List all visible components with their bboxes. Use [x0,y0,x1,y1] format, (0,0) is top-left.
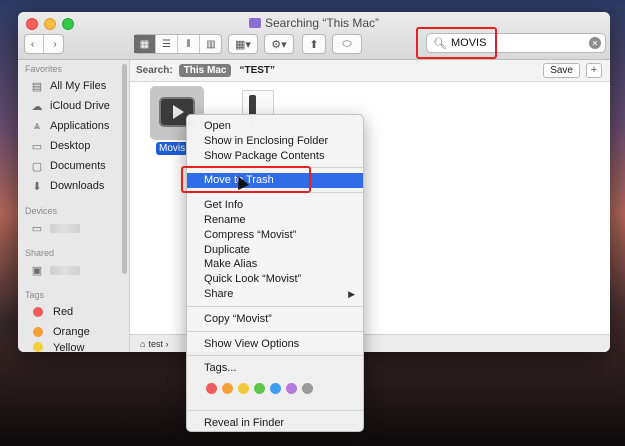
cover-flow-button[interactable]: ▥ [200,35,222,53]
sidebar-item-label: All My Files [50,80,107,92]
list-view-button[interactable]: ☰ [156,35,178,53]
sidebar-item-downloads[interactable]: ⬇ Downloads [18,176,129,196]
tag-red-dot[interactable] [206,382,217,394]
menu-tag-colors [187,380,363,396]
share-button[interactable]: ⬆ [302,34,326,54]
sidebar-item-label: iCloud Drive [50,100,110,112]
sidebar-item-shared[interactable]: ▣ [18,260,129,280]
downloads-icon: ⬇ [32,180,42,193]
sidebar-scrollbar[interactable] [122,64,127,274]
redacted-device-name [50,223,80,233]
desktop-icon: ▭ [31,140,43,153]
tag-orange-dot[interactable] [222,382,233,394]
menu-item-copy[interactable]: Copy “Movist” [187,312,363,327]
save-search-button[interactable]: Save [543,63,580,78]
titlebar: Searching “This Mac” ‹ › ▦ ☰ ⫴ ▥ ▦▾ ⚙▾ ⬆ … [18,12,610,60]
home-folder-icon: ⌂ [140,338,146,349]
redacted-shared-name [50,265,80,275]
smart-folder-icon [248,18,261,28]
sidebar-header-favorites: Favorites [25,64,63,74]
sidebar-header-shared: Shared [25,248,55,258]
arrange-button[interactable]: ▦▾ [228,34,258,54]
menu-item-open[interactable]: Open [187,119,363,134]
action-button[interactable]: ⚙▾ [264,34,294,54]
sidebar-header-tags: Tags [25,290,45,300]
clear-search-icon[interactable]: ✕ [589,37,601,49]
path-item[interactable]: test › [148,339,168,349]
sidebar-item-label: Yellow [53,342,85,352]
documents-icon: ▢ [31,160,43,173]
sidebar-item-tag-orange[interactable]: Orange [18,322,129,342]
menu-separator [187,410,363,412]
back-button[interactable]: ‹ [22,35,44,53]
computer-icon: ▣ [31,264,43,277]
yellow-tag-dot [33,342,43,352]
sidebar-item-documents[interactable]: ▢ Documents [18,156,129,176]
sidebar-item-label: Red [53,306,74,318]
red-tag-dot [33,307,43,317]
view-mode-segment: ▦ ☰ ⫴ ▥ [134,34,222,54]
menu-item-quick-look[interactable]: Quick Look “Movist” [187,272,363,287]
menu-item-show-view-options[interactable]: Show View Options [187,337,363,352]
menu-item-show-package-contents[interactable]: Show Package Contents [187,149,363,164]
sidebar-item-all-my-files[interactable]: ▤ All My Files [18,76,129,96]
tag-green-dot[interactable] [254,382,265,394]
menu-item-get-info[interactable]: Get Info [187,198,363,213]
menu-separator [187,355,363,357]
menu-item-rename[interactable]: Rename [187,213,363,228]
tag-gray-dot[interactable] [302,382,313,394]
sidebar-item-tag-red[interactable]: Red [18,302,129,322]
menu-item-reveal-in-finder[interactable]: Reveal in Finder [187,416,363,431]
menu-item-share-label: Share [204,287,234,300]
all-files-icon: ▤ [31,80,43,93]
search-highlight-box [416,27,497,59]
search-scope-bar: Search: This Mac “TEST” Save + [130,60,610,82]
search-scope-label: Search: [136,65,173,76]
tag-blue-dot[interactable] [270,382,281,394]
sidebar-item-applications[interactable]: ⩓ Applications [18,116,129,136]
sidebar-item-desktop[interactable]: ▭ Desktop [18,136,129,156]
context-menu: Open Show in Enclosing Folder Show Packa… [186,114,364,432]
menu-item-show-in-enclosing-folder[interactable]: Show in Enclosing Folder [187,134,363,149]
applications-icon: ⩓ [33,119,41,132]
sidebar-item-tag-yellow[interactable]: Yellow [18,342,129,352]
sidebar-item-icloud-drive[interactable]: ☁︎ iCloud Drive [18,96,129,116]
sidebar-header-devices: Devices [25,206,58,216]
window-title: Searching “This Mac” [264,16,380,30]
window-title-wrap: Searching “This Mac” [18,16,610,30]
column-view-button[interactable]: ⫴ [178,35,200,53]
menu-item-share[interactable]: Share ▶ [187,287,363,302]
menu-separator [187,305,363,307]
sidebar-item-device[interactable]: ▭ [18,218,129,238]
cloud-icon: ☁︎ [31,100,43,113]
menu-item-duplicate[interactable]: Duplicate [187,243,363,258]
edit-tags-button[interactable]: ⬭ [332,34,362,54]
share-icon: ⬆ [309,38,319,51]
orange-tag-dot [33,327,43,337]
sidebar-item-label: Desktop [50,140,91,152]
menu-item-compress[interactable]: Compress “Movist” [187,228,363,243]
tag-yellow-dot[interactable] [238,382,249,394]
file-label-selected[interactable]: Movis [156,142,189,155]
add-criteria-button[interactable]: + [586,63,602,78]
scope-test-button[interactable]: “TEST” [239,65,275,76]
menu-item-make-alias[interactable]: Make Alias [187,257,363,272]
forward-button[interactable]: › [44,35,66,53]
disk-icon: ▭ [31,222,43,235]
tag-purple-dot[interactable] [286,382,297,394]
sidebar-item-label: Orange [53,326,90,338]
sidebar-item-label: Downloads [50,180,105,192]
arrange-icon: ▦▾ [235,38,251,51]
gear-icon: ⚙▾ [271,38,287,51]
submenu-arrow-icon: ▶ [348,288,355,299]
sidebar-item-label: Applications [50,120,110,132]
menu-item-tags[interactable]: Tags... [187,361,363,376]
sidebar-item-label: Documents [50,160,106,172]
back-forward-buttons: ‹ › [24,34,64,54]
menu-separator [187,330,363,332]
icon-view-button[interactable]: ▦ [134,35,156,53]
sidebar: Favorites ▤ All My Files ☁︎ iCloud Drive ⩓… [18,60,130,352]
tag-icon: ⬭ [342,37,352,50]
scope-this-mac-button[interactable]: This Mac [178,64,232,77]
